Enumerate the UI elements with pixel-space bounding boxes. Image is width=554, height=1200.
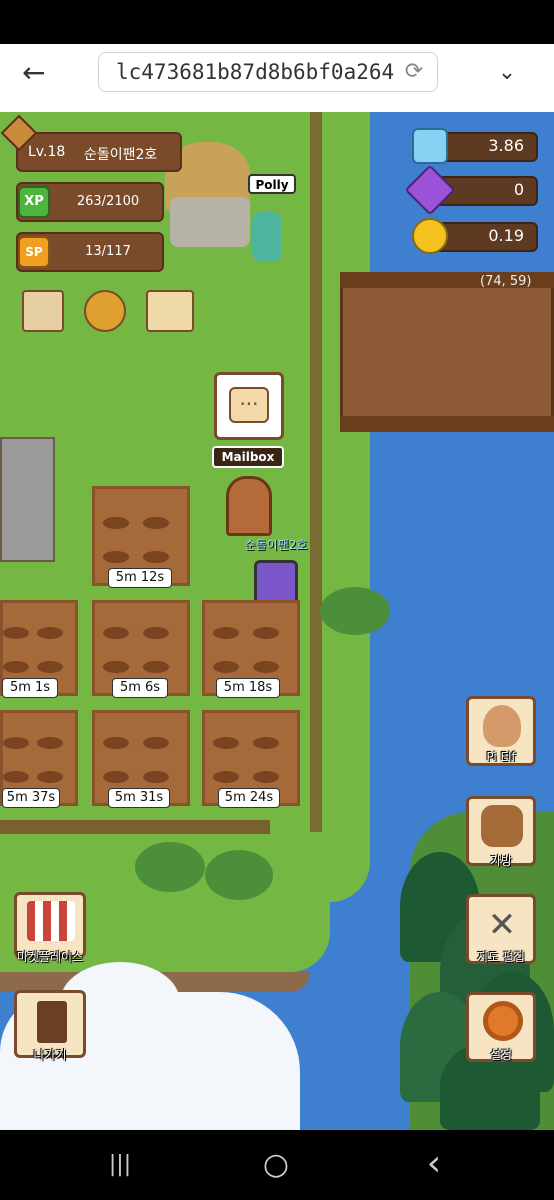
recents-icon[interactable]: ||| bbox=[100, 1150, 140, 1180]
crop-timer: 5m 24s bbox=[218, 788, 280, 808]
exit-door-icon bbox=[37, 1001, 67, 1043]
sp-lightning-icon: SP bbox=[18, 236, 50, 268]
compass-icon[interactable] bbox=[84, 290, 126, 332]
marketplace-label: 마켓플레이스 bbox=[16, 950, 84, 964]
speech-bubble-icon: ··· bbox=[229, 387, 269, 423]
crop-timer: 5m 1s bbox=[2, 678, 58, 698]
npc-polly[interactable] bbox=[252, 212, 282, 262]
player-level: Lv.18 bbox=[28, 144, 66, 160]
hut-wall bbox=[170, 197, 250, 247]
pi-elf-label: Pi Elf bbox=[486, 750, 516, 764]
xp-icon: XP bbox=[18, 186, 50, 218]
gear-icon bbox=[483, 1001, 523, 1041]
game-viewport[interactable]: (74, 59) Polly ··· Mailbox 순돌이팬2호 5m 12s… bbox=[0, 112, 554, 1130]
bag-label: 가방 bbox=[489, 854, 513, 868]
player-level-panel[interactable]: Lv.18 순돌이팬2호 bbox=[16, 132, 182, 172]
quest-clipboard-icon[interactable] bbox=[22, 290, 64, 332]
player-name: 순돌이팬2호 bbox=[84, 147, 158, 163]
backpack-icon bbox=[481, 805, 523, 847]
crop-timer: 5m 31s bbox=[108, 788, 170, 808]
crop-timer: 5m 12s bbox=[108, 568, 172, 588]
home-icon[interactable]: ○ bbox=[256, 1148, 296, 1182]
fence bbox=[0, 820, 270, 834]
fence bbox=[310, 112, 322, 832]
url-text[interactable]: lc473681b87d8b6bf0a264 bbox=[116, 58, 401, 86]
treasure-map-icon[interactable] bbox=[146, 290, 194, 332]
market-stall-icon bbox=[27, 901, 75, 941]
coin-icon bbox=[412, 218, 448, 254]
crop-timer: 5m 18s bbox=[216, 678, 280, 698]
status-bar bbox=[0, 0, 554, 44]
bush bbox=[135, 842, 205, 892]
system-navigation-bar: ||| ○ ‹ bbox=[0, 1130, 554, 1200]
mailbox[interactable] bbox=[226, 476, 272, 536]
bush bbox=[205, 850, 273, 900]
bush bbox=[320, 587, 390, 635]
settings-label: 설정 bbox=[489, 1048, 513, 1062]
market-stall[interactable] bbox=[0, 437, 55, 562]
exit-label: 나가기 bbox=[33, 1048, 67, 1062]
bridge-rail bbox=[340, 416, 554, 432]
map-edit-label: 지도 편집 bbox=[477, 950, 525, 964]
map-coordinates: (74, 59) bbox=[480, 274, 532, 289]
crop-timer: 5m 37s bbox=[2, 788, 60, 808]
pi-elf-avatar-icon bbox=[483, 705, 521, 747]
wooden-bridge bbox=[340, 272, 554, 432]
back-icon[interactable]: ‹ bbox=[414, 1146, 454, 1182]
mailbox-label: Mailbox bbox=[212, 446, 284, 468]
xp-value: 263/2100 bbox=[76, 194, 140, 209]
crop-timer: 5m 6s bbox=[112, 678, 168, 698]
player-avatar-name: 순돌이팬2호 bbox=[244, 538, 308, 552]
npc-name-polly: Polly bbox=[248, 174, 296, 194]
sp-value: 13/117 bbox=[85, 244, 131, 259]
chevron-down-icon[interactable]: ⌄ bbox=[492, 58, 522, 88]
back-arrow-icon[interactable]: ← bbox=[22, 58, 62, 88]
crystal-icon bbox=[412, 128, 448, 164]
reload-icon[interactable]: ⟳ bbox=[400, 58, 428, 86]
mailbox-bubble[interactable]: ··· bbox=[214, 372, 284, 440]
wrench-hammer-icon: ✕ bbox=[487, 905, 517, 945]
